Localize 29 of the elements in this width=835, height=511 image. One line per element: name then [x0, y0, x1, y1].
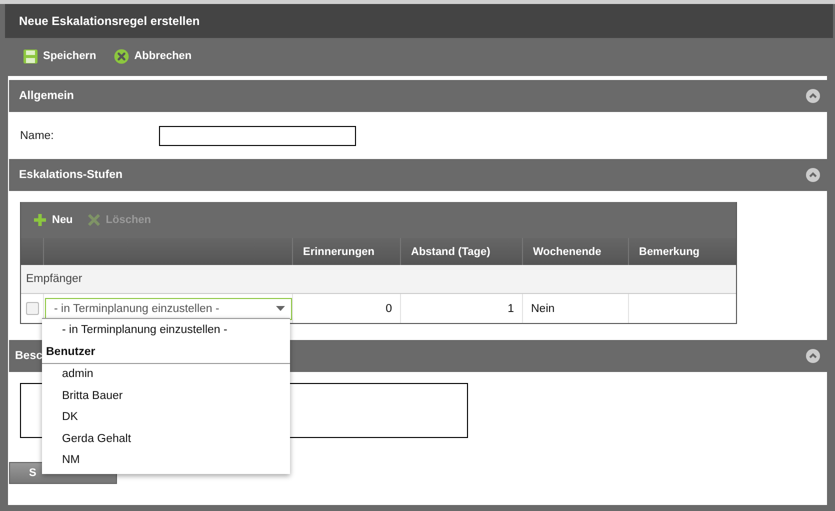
cancel-icon — [114, 48, 130, 64]
section-title: Eskalations-Stufen — [19, 169, 123, 181]
option-group-header: Benutzer — [42, 340, 290, 364]
name-input-field[interactable] — [159, 126, 356, 146]
group-header: Empfänger — [26, 273, 82, 285]
table-cell: 1 — [400, 294, 522, 323]
table-cell: Nein — [522, 294, 628, 323]
dropdown-option[interactable]: NM — [42, 450, 290, 471]
table-cell: 0 — [292, 294, 400, 323]
collapse-icon[interactable] — [806, 349, 820, 363]
x-icon — [86, 213, 101, 227]
row-checkbox[interactable] — [26, 302, 38, 315]
name-label: Name: — [20, 130, 55, 142]
collapse-icon[interactable] — [806, 168, 820, 182]
section-header[interactable]: Allgemein — [9, 80, 827, 112]
dropdown-option[interactable]: DK — [42, 406, 290, 428]
section-title: Besc — [15, 350, 42, 362]
section-header[interactable]: Eskalations-Stufen — [9, 159, 827, 191]
dropdown-option[interactable]: Gerda Gehalt — [42, 428, 290, 450]
window-title: Neue Eskalationsregel erstellen — [19, 14, 200, 28]
collapse-icon[interactable] — [806, 89, 820, 103]
plus-icon — [33, 213, 47, 227]
caret-icon — [276, 306, 285, 311]
dropdown-option[interactable]: Britta Bauer — [42, 385, 290, 406]
new-button[interactable]: Neu — [33, 213, 73, 227]
section-title: Allgemein — [19, 90, 74, 102]
cancel-button[interactable]: Abbrechen — [110, 46, 196, 66]
save-button[interactable]: Speichern — [19, 46, 100, 66]
dropdown-option[interactable]: - in Terminplanung einzustellen - — [42, 319, 290, 340]
